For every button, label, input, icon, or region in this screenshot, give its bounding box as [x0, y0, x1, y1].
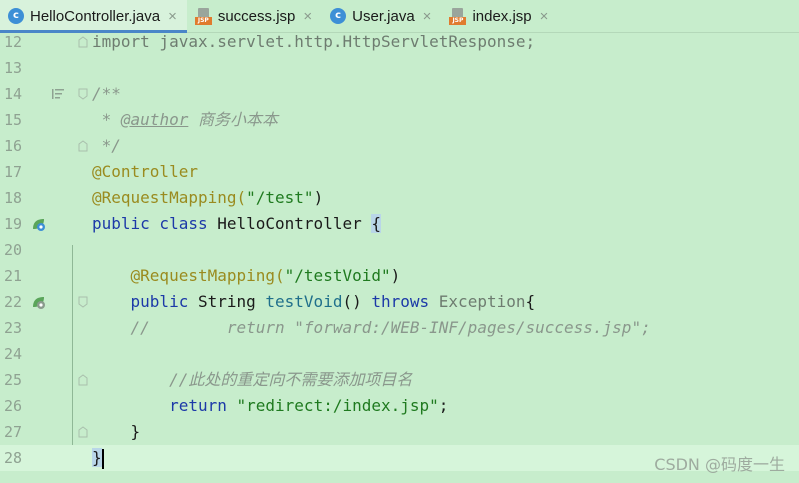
- close-icon[interactable]: ×: [303, 8, 312, 25]
- code-text: //此处的重定向不需要添加项目名: [92, 370, 413, 389]
- fold-marker-icon[interactable]: [78, 426, 88, 438]
- line-number: 19: [3, 215, 22, 233]
- request-mapping-icon[interactable]: [30, 294, 46, 310]
- line-number: 21: [3, 267, 22, 285]
- code-line[interactable]: 24: [0, 341, 799, 367]
- fold-marker-icon[interactable]: [78, 296, 88, 308]
- line-number: 16: [3, 137, 22, 155]
- fold-marker-icon[interactable]: [78, 140, 88, 152]
- code-line[interactable]: 13: [0, 55, 799, 81]
- tab-user-java[interactable]: c User.java ×: [322, 0, 441, 32]
- watermark: CSDN @码度一生: [654, 455, 785, 474]
- line-number: 12: [3, 33, 22, 51]
- code-line[interactable]: 25 //此处的重定向不需要添加项目名: [0, 367, 799, 393]
- text-caret: [101, 448, 104, 469]
- code-text: // return "forward:/WEB-INF/pages/succes…: [92, 318, 651, 337]
- code-line[interactable]: 20: [0, 237, 799, 263]
- line-number: 17: [3, 163, 22, 181]
- code-text: * @author 商务小本本: [92, 110, 278, 129]
- code-text: public String testVoid() throws Exceptio…: [92, 292, 536, 311]
- code-text: @RequestMapping("/test"): [92, 188, 324, 207]
- code-line[interactable]: 17 @Controller: [0, 159, 799, 185]
- code-text: /**: [92, 84, 121, 103]
- close-icon[interactable]: ×: [423, 8, 432, 25]
- tab-label: HelloController.java: [30, 7, 161, 25]
- code-text: @RequestMapping("/testVoid"): [92, 266, 401, 285]
- code-line[interactable]: 12 import javax.servlet.http.HttpServlet…: [0, 29, 799, 55]
- code-line[interactable]: 18 @RequestMapping("/test"): [0, 185, 799, 211]
- code-line[interactable]: 15 * @author 商务小本本: [0, 107, 799, 133]
- tab-success-jsp[interactable]: JSP success.jsp ×: [187, 0, 322, 32]
- line-number: 25: [3, 371, 22, 389]
- tab-index-jsp[interactable]: JSP index.jsp ×: [441, 0, 558, 32]
- tab-hellocontroller-java[interactable]: c HelloController.java ×: [0, 0, 187, 33]
- code-text: */: [92, 136, 121, 155]
- code-line[interactable]: 23 // return "forward:/WEB-INF/pages/suc…: [0, 315, 799, 341]
- line-number: 14: [3, 85, 22, 103]
- line-number: 20: [3, 241, 22, 259]
- jsp-file-icon: JSP: [449, 7, 467, 25]
- code-line[interactable]: 27 }: [0, 419, 799, 445]
- code-text: public class HelloController {: [92, 214, 381, 233]
- tab-label: index.jsp: [472, 7, 532, 25]
- fold-marker-icon[interactable]: [78, 374, 88, 386]
- java-class-icon: c: [330, 8, 347, 24]
- code-text: }: [92, 448, 104, 469]
- code-line[interactable]: 26 return "redirect:/index.jsp";: [0, 393, 799, 419]
- tab-label: success.jsp: [217, 7, 296, 25]
- close-icon[interactable]: ×: [168, 8, 177, 25]
- code-line[interactable]: 22 public String testVoid() throws Excep…: [0, 289, 799, 315]
- code-line[interactable]: 16 */: [0, 133, 799, 159]
- code-text: import javax.servlet.http.HttpServletRes…: [92, 32, 536, 51]
- line-number: 15: [3, 111, 22, 129]
- fold-marker-icon[interactable]: [78, 36, 88, 48]
- close-icon[interactable]: ×: [540, 8, 549, 25]
- line-number: 27: [3, 423, 22, 441]
- doc-comment-toggle-icon[interactable]: [50, 86, 66, 102]
- line-number: 23: [3, 319, 22, 337]
- java-class-icon: c: [8, 8, 24, 24]
- line-number: 22: [3, 293, 22, 311]
- tab-label: User.java: [352, 7, 415, 25]
- spring-bean-icon[interactable]: [30, 216, 46, 232]
- code-text: }: [92, 422, 141, 441]
- code-text: @Controller: [92, 162, 198, 181]
- code-line[interactable]: 14 /**: [0, 81, 799, 107]
- code-editor[interactable]: 12 import javax.servlet.http.HttpServlet…: [0, 32, 799, 483]
- code-text: return "redirect:/index.jsp";: [92, 396, 449, 415]
- code-line[interactable]: 19 public class HelloController {: [0, 211, 799, 237]
- fold-marker-icon[interactable]: [78, 88, 88, 100]
- line-number: 28: [3, 449, 22, 467]
- line-number: 18: [3, 189, 22, 207]
- code-line[interactable]: 21 @RequestMapping("/testVoid"): [0, 263, 799, 289]
- jsp-file-icon: JSP: [194, 7, 212, 25]
- line-number: 24: [3, 345, 22, 363]
- line-number: 26: [3, 397, 22, 415]
- line-number: 13: [3, 59, 22, 77]
